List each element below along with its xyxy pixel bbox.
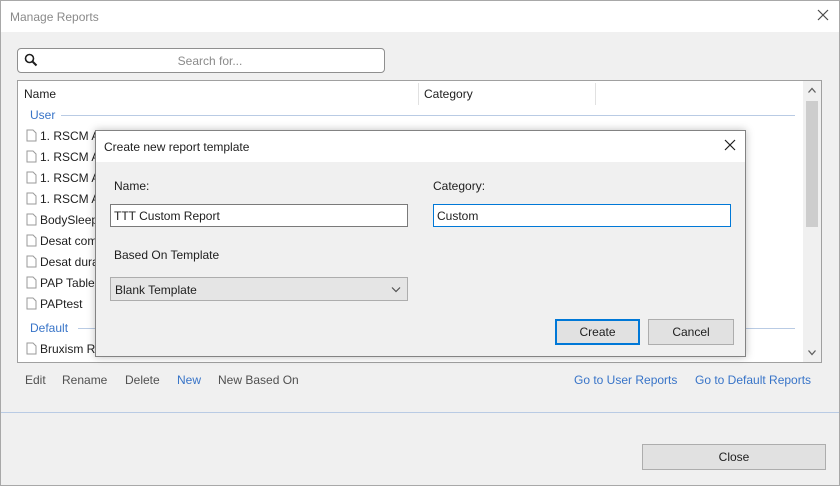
edit-link[interactable]: Edit <box>25 373 46 387</box>
vertical-scrollbar[interactable] <box>803 81 821 362</box>
report-name: 1. RSCM A <box>40 192 100 206</box>
go-to-default-reports-link[interactable]: Go to Default Reports <box>695 373 811 387</box>
create-template-dialog: Create new report template Name: Categor… <box>95 130 746 357</box>
chevron-down-icon[interactable] <box>808 350 816 356</box>
chevron-up-icon[interactable] <box>808 87 816 93</box>
create-button[interactable]: Create <box>555 319 640 345</box>
document-icon <box>26 297 37 310</box>
column-separator[interactable] <box>595 83 596 105</box>
column-header-category[interactable]: Category <box>424 87 473 101</box>
report-name: 1. RSCM A <box>40 171 100 185</box>
report-name: Bruxism R <box>40 342 96 356</box>
delete-link[interactable]: Delete <box>125 373 160 387</box>
report-name: Desat com <box>40 234 98 248</box>
title-bar: Manage Reports <box>1 1 839 32</box>
column-separator[interactable] <box>418 83 419 105</box>
document-icon <box>26 171 37 184</box>
dialog-title: Create new report template <box>104 140 250 154</box>
report-name: 1. RSCM A <box>40 150 100 164</box>
dialog-title-bar: Create new report template <box>96 131 745 162</box>
document-icon <box>26 342 37 355</box>
report-name: 1. RSCM A <box>40 129 100 143</box>
search-box[interactable] <box>17 48 385 73</box>
template-select[interactable]: Blank Template <box>110 277 408 301</box>
report-name: Desat dura <box>40 255 99 269</box>
list-header: Name Category <box>18 81 803 107</box>
group-header-user: User <box>18 108 803 124</box>
template-select-value: Blank Template <box>115 283 197 297</box>
footer-divider <box>1 412 839 413</box>
cancel-button[interactable]: Cancel <box>648 319 734 345</box>
group-label: Default <box>30 321 69 335</box>
close-icon[interactable] <box>816 8 830 22</box>
rename-link[interactable]: Rename <box>62 373 107 387</box>
close-icon[interactable] <box>723 138 737 152</box>
document-icon <box>26 213 37 226</box>
search-icon <box>24 53 38 67</box>
category-label: Category: <box>433 179 486 193</box>
go-to-user-reports-link[interactable]: Go to User Reports <box>574 373 677 387</box>
column-header-name[interactable]: Name <box>24 87 56 101</box>
report-name: PAPtest <box>40 297 83 311</box>
document-icon <box>26 129 37 142</box>
name-label: Name: <box>114 179 150 193</box>
report-name: PAP Table <box>40 276 95 290</box>
window-title: Manage Reports <box>10 10 99 24</box>
close-button[interactable]: Close <box>642 444 826 470</box>
based-on-template-label: Based On Template <box>114 248 220 262</box>
document-icon <box>26 255 37 268</box>
scrollbar-thumb[interactable] <box>806 101 818 227</box>
group-label: User <box>30 108 56 122</box>
document-icon <box>26 234 37 247</box>
new-based-on-link[interactable]: New Based On <box>218 373 299 387</box>
document-icon <box>26 276 37 289</box>
search-input[interactable] <box>42 51 378 70</box>
document-icon <box>26 192 37 205</box>
new-link[interactable]: New <box>177 373 201 387</box>
name-field[interactable] <box>110 204 408 227</box>
document-icon <box>26 150 37 163</box>
group-divider <box>61 115 795 116</box>
chevron-down-icon <box>391 287 401 293</box>
report-name: BodySleep <box>40 213 99 227</box>
category-field[interactable] <box>433 204 731 227</box>
